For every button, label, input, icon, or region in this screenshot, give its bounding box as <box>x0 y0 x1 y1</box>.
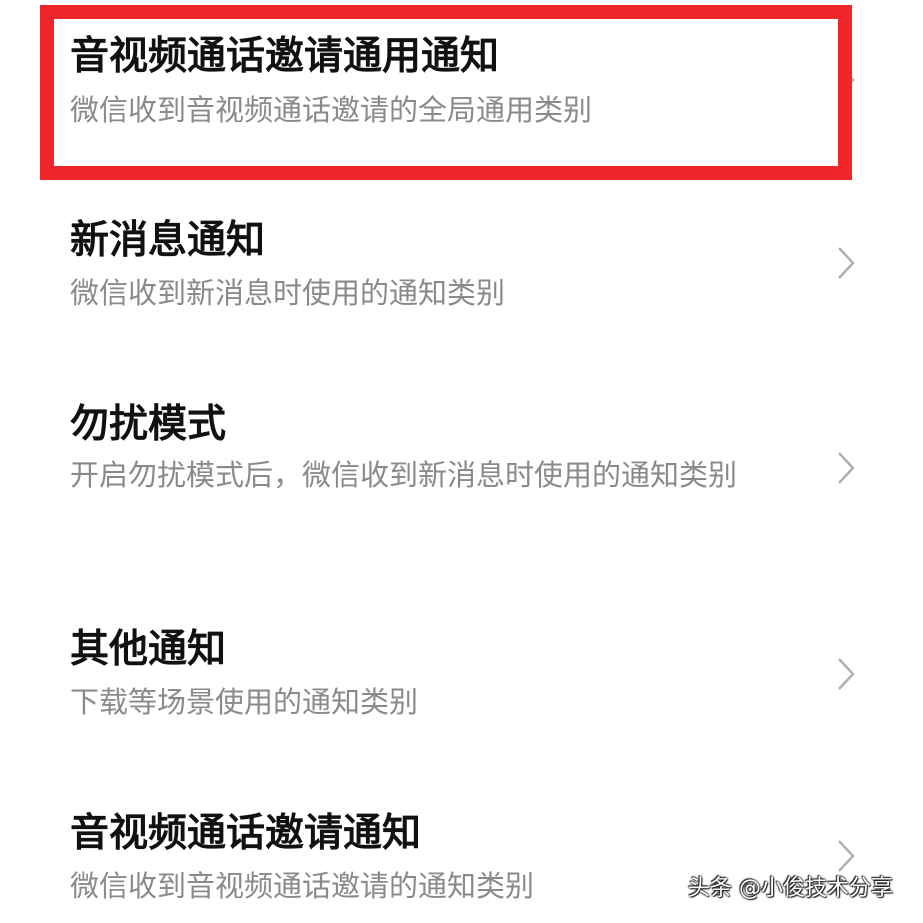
list-item-call-invite-general[interactable]: 音视频通话邀请通用通知 微信收到音视频通话邀请的全局通用类别 <box>0 0 923 180</box>
chevron-right-icon <box>836 450 856 486</box>
item-description: 微信收到新消息时使用的通知类别 <box>70 276 506 310</box>
chevron-right-icon <box>836 245 856 281</box>
item-description: 下载等场景使用的通知类别 <box>70 685 419 719</box>
list-item-do-not-disturb[interactable]: 勿扰模式 开启勿扰模式后，微信收到新消息时使用的通知类别 <box>0 380 923 580</box>
item-title: 音视频通话邀请通用通知 <box>70 34 500 79</box>
item-description: 微信收到音视频通话邀请的全局通用类别 <box>70 93 593 127</box>
chevron-right-icon <box>836 838 856 874</box>
list-item-new-message[interactable]: 新消息通知 微信收到新消息时使用的通知类别 <box>0 195 923 365</box>
chevron-right-icon <box>836 62 856 98</box>
item-title: 其他通知 <box>70 627 227 672</box>
item-title: 音视频通话邀请通知 <box>70 811 422 856</box>
item-description: 开启勿扰模式后，微信收到新消息时使用的通知类别 <box>70 458 738 492</box>
watermark: 头条 @小俊技术分享 <box>688 876 893 901</box>
notification-categories-screen: 音视频通话邀请通用通知 微信收到音视频通话邀请的全局通用类别 新消息通知 微信收… <box>0 0 923 923</box>
list-item-other[interactable]: 其他通知 下载等场景使用的通知类别 <box>0 600 923 770</box>
item-title: 勿扰模式 <box>70 402 227 447</box>
item-title: 新消息通知 <box>70 218 266 263</box>
chevron-right-icon <box>836 656 856 692</box>
list-item-call-invite[interactable]: 音视频通话邀请通知 微信收到音视频通话邀请的通知类别 <box>0 790 923 923</box>
